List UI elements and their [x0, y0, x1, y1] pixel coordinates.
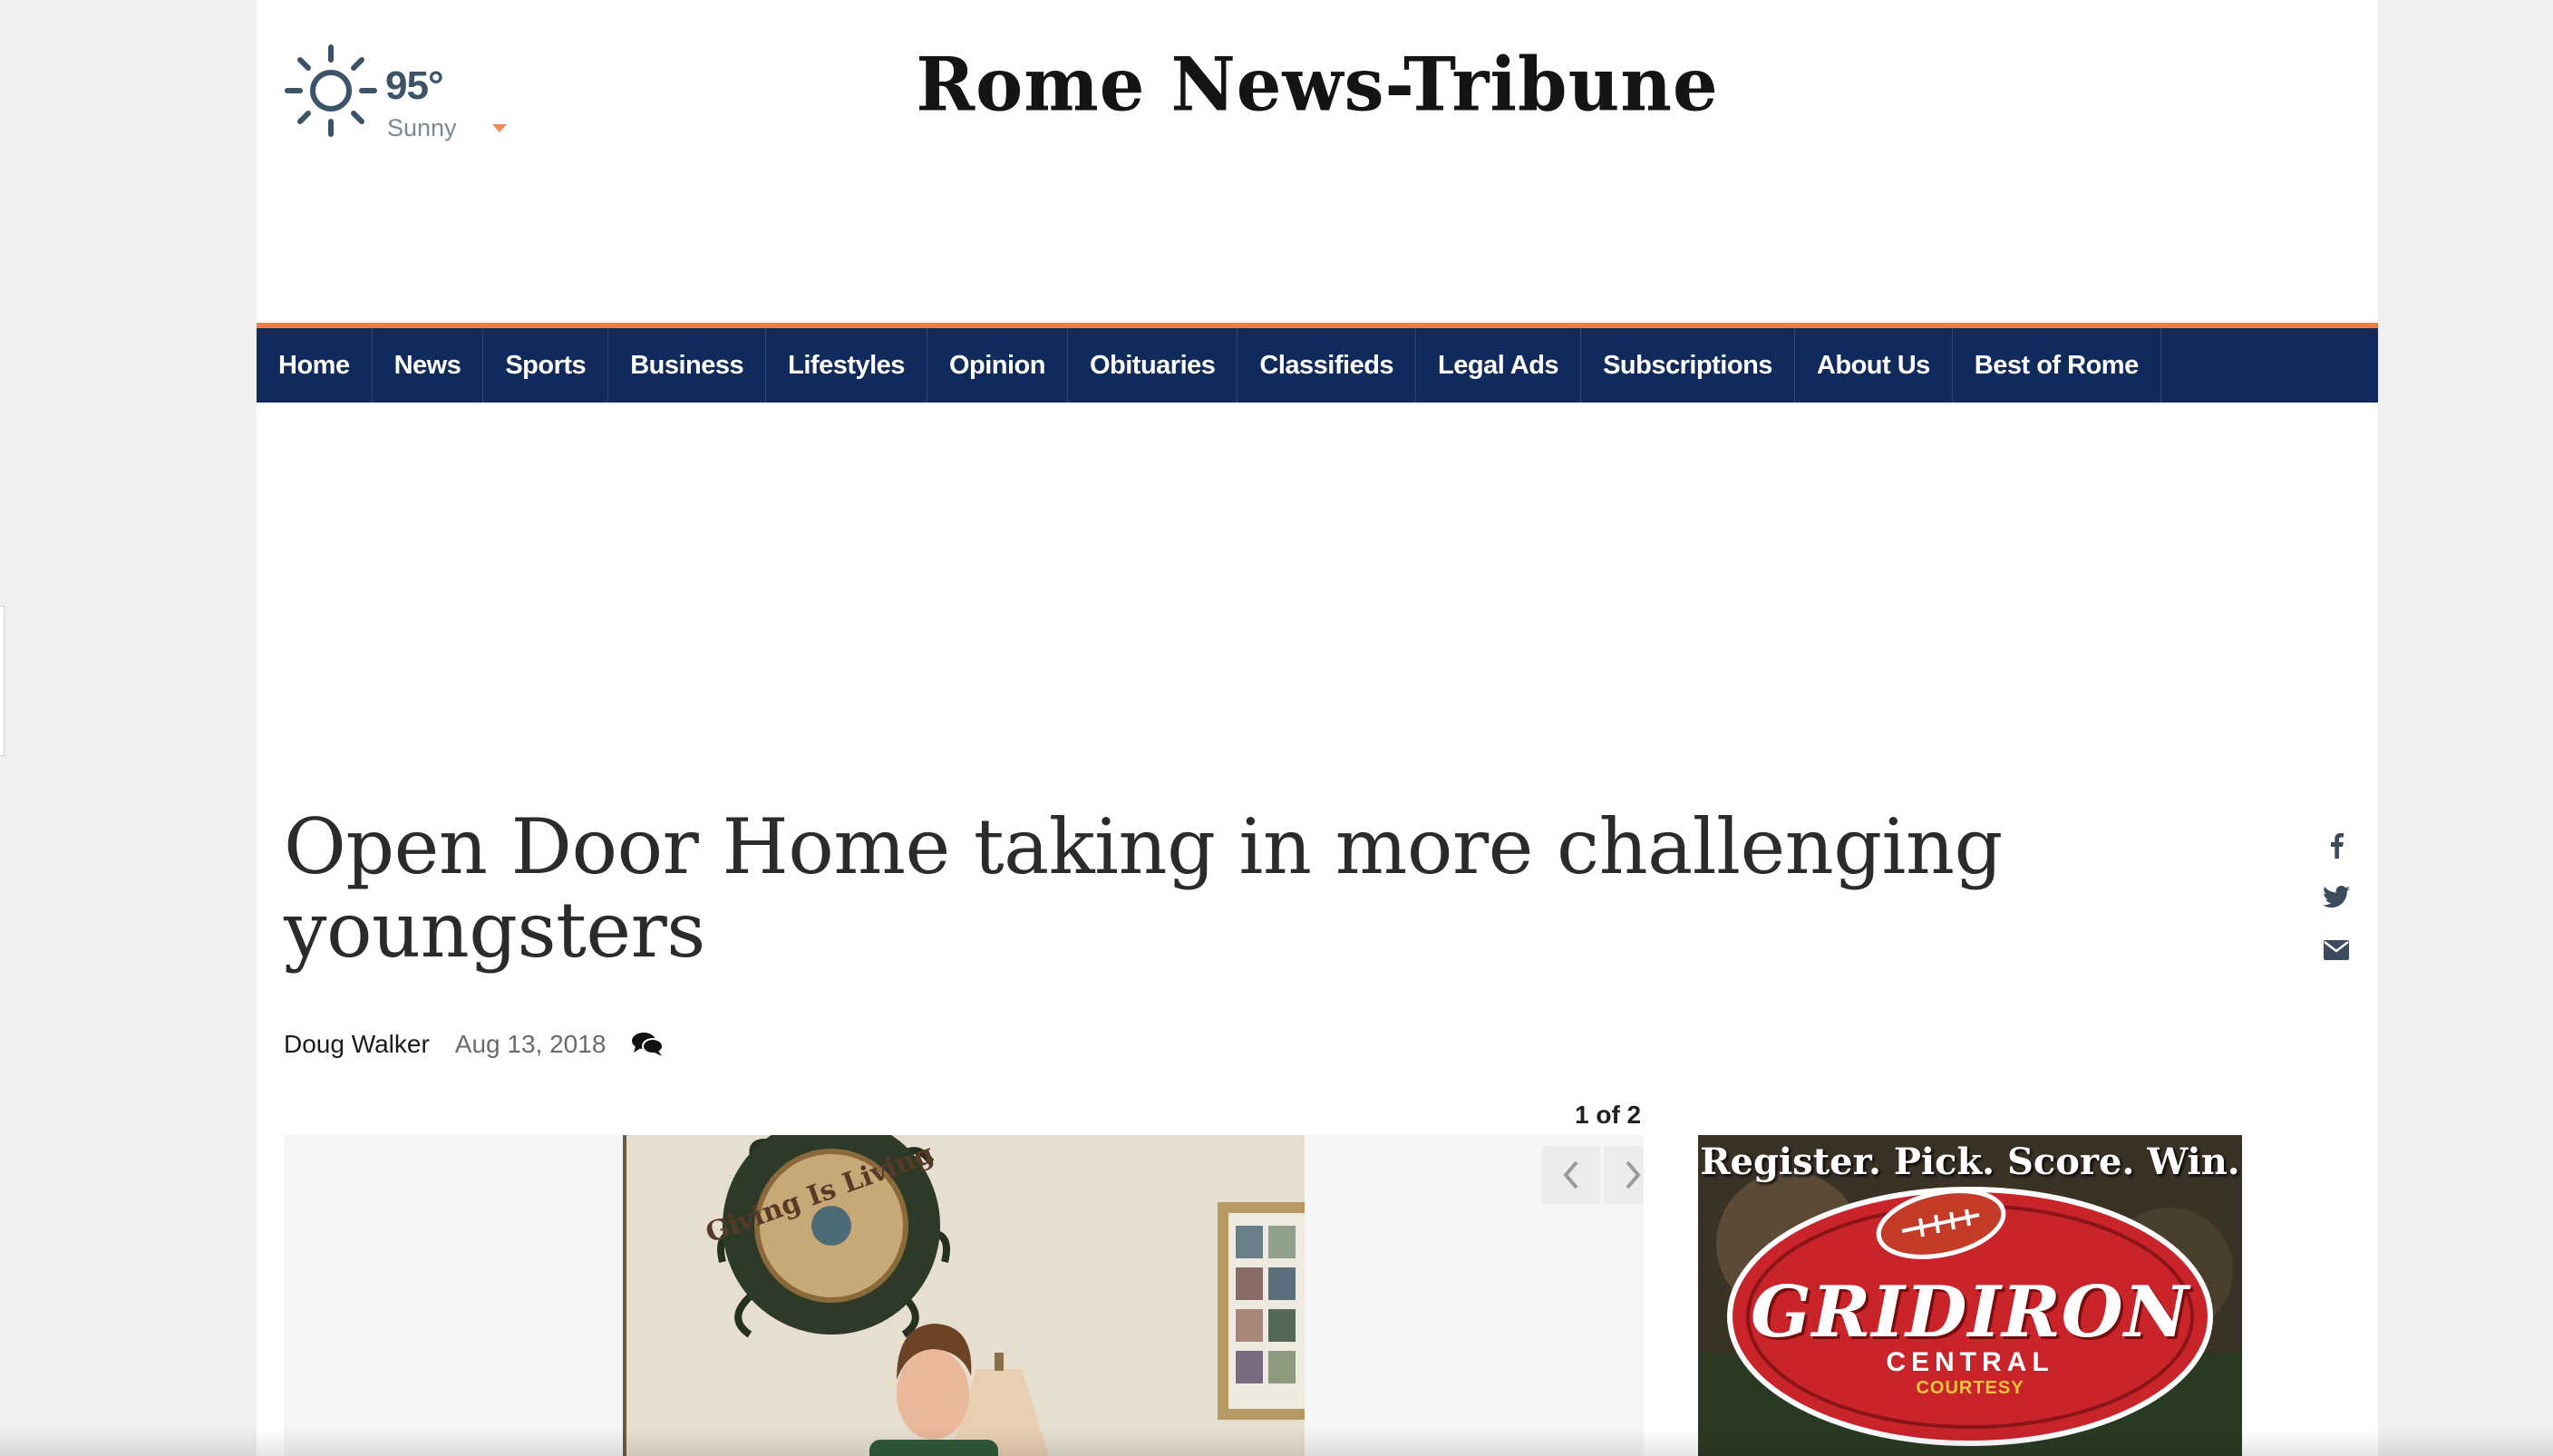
- article-headline: Open Door Home taking in more challengin…: [284, 802, 2003, 975]
- page-container: 95° Sunny Rome News-Tribune Home News Sp…: [257, 0, 2378, 1456]
- publish-date: Aug 13, 2018: [454, 1030, 607, 1058]
- email-icon[interactable]: [2318, 932, 2354, 968]
- nav-item-legal-ads[interactable]: Legal Ads: [1416, 328, 1582, 403]
- article-byline: Doug Walker Aug 13, 2018: [284, 1028, 665, 1061]
- side-panel-tab[interactable]: [0, 606, 5, 756]
- share-bar: [2318, 827, 2354, 985]
- ad-tagline: Register. Pick. Score. Win.: [1700, 1141, 2240, 1183]
- nav-item-sports[interactable]: Sports: [483, 328, 609, 403]
- nav-item-opinion[interactable]: Opinion: [927, 328, 1068, 403]
- bottom-shadow: [0, 1429, 2553, 1456]
- gallery-next-button[interactable]: [1604, 1146, 1644, 1204]
- gallery-counter: 1 of 2: [1575, 1101, 1642, 1129]
- nav-item-news[interactable]: News: [373, 328, 484, 403]
- twitter-icon[interactable]: [2318, 879, 2354, 916]
- nav-item-lifestyles[interactable]: Lifestyles: [766, 328, 927, 403]
- gallery-prev-button[interactable]: [1542, 1146, 1600, 1204]
- ad-courtesy: COURTESY: [1916, 1378, 2024, 1398]
- ad-subtitle: CENTRAL: [1886, 1347, 2054, 1377]
- nav-item-home[interactable]: Home: [257, 328, 373, 403]
- chevron-left-icon: [1563, 1160, 1578, 1189]
- photo-illustration: Giving Is Living: [623, 1135, 1305, 1456]
- author-link[interactable]: Doug Walker: [284, 1030, 430, 1059]
- nav-item-business[interactable]: Business: [608, 328, 767, 403]
- nav-item-about-us[interactable]: About Us: [1795, 328, 1953, 403]
- nav-item-obituaries[interactable]: Obituaries: [1068, 328, 1238, 403]
- nav-item-subscriptions[interactable]: Subscriptions: [1581, 328, 1795, 403]
- gallery-photo[interactable]: Giving Is Living: [623, 1135, 1305, 1456]
- gridiron-ad[interactable]: Register. Pick. Score. Win. GRIDIRON CEN…: [1698, 1135, 2242, 1456]
- ad-title: GRIDIRON: [1750, 1271, 2190, 1354]
- nav-item-classifieds[interactable]: Classifieds: [1238, 328, 1417, 403]
- comments-icon[interactable]: [631, 1031, 665, 1058]
- nav-item-best-of-rome[interactable]: Best of Rome: [1953, 328, 2161, 403]
- site-title[interactable]: Rome News-Tribune: [916, 42, 1718, 129]
- site-logo[interactable]: Rome News-Tribune: [257, 42, 2378, 129]
- chevron-right-icon: [1626, 1160, 1641, 1189]
- photo-gallery[interactable]: Giving Is Living: [284, 1135, 1644, 1456]
- main-nav: Home News Sports Business Lifestyles Opi…: [257, 328, 2378, 403]
- facebook-icon[interactable]: [2318, 827, 2354, 863]
